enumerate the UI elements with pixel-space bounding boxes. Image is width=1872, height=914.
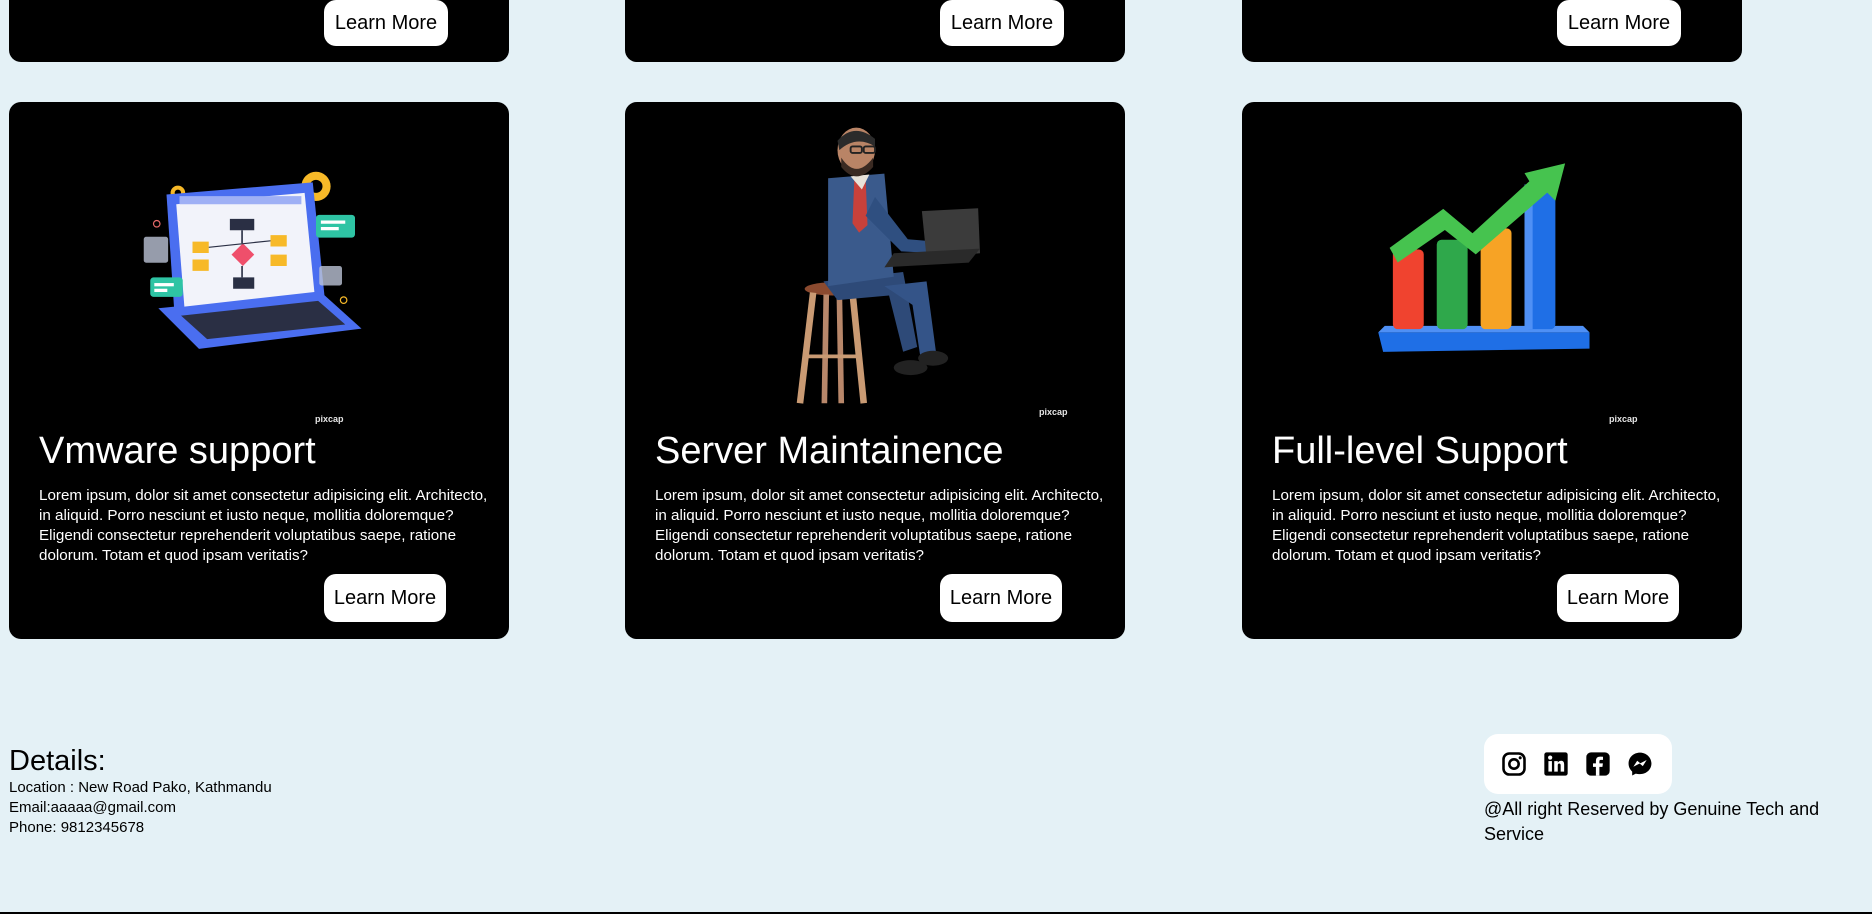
learn-more-button[interactable]: Learn More [324, 574, 446, 622]
learn-more-button[interactable]: Learn More [1557, 0, 1681, 46]
card-description: Lorem ipsum, dolor sit amet consectetur … [39, 487, 488, 564]
email-text: Email:aaaaa@gmail.com [9, 799, 176, 816]
learn-more-button[interactable]: Learn More [1557, 574, 1679, 622]
learn-more-button[interactable]: Learn More [940, 0, 1064, 46]
service-card-full-level-support: pixcap Full-level Support Lorem ipsum, d… [1242, 102, 1742, 639]
service-card-top-1: Learn More [9, 0, 509, 62]
messenger-icon[interactable] [1626, 750, 1654, 778]
man-with-laptop-illustration [796, 127, 980, 404]
phone-text: Phone: 9812345678 [9, 819, 145, 836]
card-title: Vmware support [39, 430, 316, 472]
location-text: Location : New Road Pako, Kathmandu [9, 779, 272, 796]
service-card-top-2: Learn More [625, 0, 1125, 62]
social-links [1484, 734, 1672, 794]
pixcap-watermark: pixcap [1609, 414, 1638, 424]
service-card-top-3: Learn More [1242, 0, 1742, 62]
learn-more-button[interactable]: Learn More [324, 0, 448, 46]
facebook-icon[interactable] [1584, 750, 1612, 778]
card-description: Lorem ipsum, dolor sit amet consectetur … [1272, 487, 1721, 564]
card-title: Server Maintainence [655, 430, 1004, 472]
laptop-flowchart-illustration [143, 171, 362, 349]
instagram-icon[interactable] [1500, 750, 1528, 778]
pixcap-watermark: pixcap [315, 414, 344, 424]
service-card-server-maintainence: pixcap Server Maintainence Lorem ipsum, … [625, 102, 1125, 639]
learn-more-button[interactable]: Learn More [940, 574, 1062, 622]
linkedin-icon[interactable] [1542, 750, 1570, 778]
growth-bar-chart-illustration [1378, 163, 1590, 352]
card-title: Full-level Support [1272, 430, 1568, 472]
copyright-text: @All right Reserved by Genuine Tech and … [1484, 799, 1820, 844]
footer-details: Details: Location : New Road Pako, Kathm… [9, 744, 272, 838]
service-card-vmware: pixcap Vmware support Lorem ipsum, dolor… [9, 102, 509, 639]
card-description: Lorem ipsum, dolor sit amet consectetur … [655, 487, 1104, 564]
details-heading: Details: [9, 745, 106, 777]
pixcap-watermark: pixcap [1039, 407, 1068, 417]
